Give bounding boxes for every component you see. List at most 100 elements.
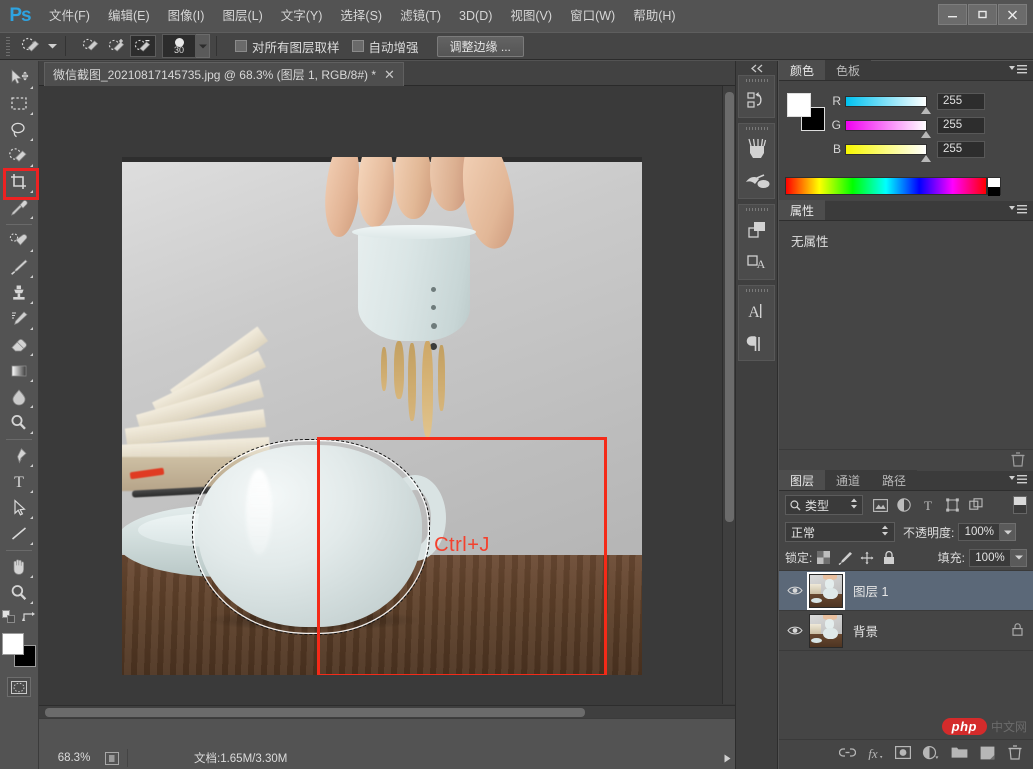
tool-preset-caret-icon[interactable]: [45, 34, 59, 58]
tab-color[interactable]: 颜色: [779, 60, 826, 80]
lock-all-icon[interactable]: [878, 548, 900, 568]
minimize-icon[interactable]: [938, 4, 967, 25]
layer-name[interactable]: 背景: [853, 621, 878, 640]
close-icon[interactable]: [998, 4, 1027, 25]
menu-window[interactable]: 窗口(W): [561, 0, 624, 32]
spectrum-endpoints[interactable]: [987, 177, 1001, 196]
fill-caret-icon[interactable]: [1011, 548, 1027, 567]
spectrum-black[interactable]: [988, 187, 1000, 196]
triangle-right-icon[interactable]: [719, 754, 735, 763]
close-icon[interactable]: ✕: [384, 67, 395, 83]
path-selection-tool-icon[interactable]: [2, 495, 36, 521]
new-layer-icon[interactable]: [975, 742, 999, 764]
pen-tool-icon[interactable]: [2, 443, 36, 469]
add-layer-mask-icon[interactable]: [891, 742, 915, 764]
dock-grip[interactable]: [739, 205, 774, 213]
quick-mask-icon[interactable]: [7, 677, 31, 697]
character-panel-icon[interactable]: A: [739, 294, 774, 327]
canvas-horizontal-scrollbar[interactable]: [39, 705, 735, 718]
layer-filter-kind-select[interactable]: 类型: [785, 495, 863, 515]
link-layers-icon[interactable]: [835, 742, 859, 764]
slider-knob-r[interactable]: [921, 106, 931, 114]
channel-value-b[interactable]: 255: [937, 140, 985, 158]
tab-properties[interactable]: 属性: [779, 200, 826, 220]
panel-menu-icon[interactable]: [1009, 474, 1027, 485]
layer-thumbnail[interactable]: [807, 571, 845, 610]
dock-grip[interactable]: [739, 76, 774, 84]
brush-presets-panel-icon[interactable]: [739, 132, 774, 165]
foreground-color-swatch[interactable]: [2, 633, 24, 655]
slider-track-b[interactable]: [845, 143, 931, 162]
canvas-vertical-scrollbar[interactable]: [722, 86, 735, 704]
line-tool-icon[interactable]: [2, 521, 36, 547]
color-spectrum-ramp[interactable]: [785, 177, 987, 195]
maximize-icon[interactable]: [968, 4, 997, 25]
dodge-tool-icon[interactable]: [2, 410, 36, 436]
table-row[interactable]: 图层 1: [779, 571, 1033, 611]
double-chevron-left-icon[interactable]: [736, 61, 777, 75]
menu-view[interactable]: 视图(V): [501, 0, 561, 32]
move-tool-icon[interactable]: [2, 65, 36, 91]
panel-menu-icon[interactable]: [1009, 64, 1027, 75]
brush-panel-icon[interactable]: [739, 165, 774, 198]
quick-selection-tool-icon[interactable]: [17, 34, 45, 58]
selection-add[interactable]: [104, 35, 130, 57]
spectrum-white[interactable]: [988, 178, 1000, 187]
gradient-tool-icon[interactable]: [2, 358, 36, 384]
filter-shape-icon[interactable]: [941, 495, 963, 515]
paragraph-panel-icon[interactable]: [739, 327, 774, 360]
dock-grip[interactable]: [739, 124, 774, 132]
panel-menu-icon[interactable]: [1009, 204, 1027, 215]
menu-select[interactable]: 选择(S): [331, 0, 391, 32]
crop-tool-icon[interactable]: [2, 169, 36, 195]
brush-options-caret-icon[interactable]: [196, 34, 210, 58]
slider-track-r[interactable]: [845, 95, 931, 114]
fill-value[interactable]: 100%: [969, 548, 1011, 567]
clone-stamp-tool-icon[interactable]: [2, 280, 36, 306]
sample-all-layers-checkbox[interactable]: [235, 40, 247, 52]
table-row[interactable]: 背景: [779, 611, 1033, 651]
selection-subtract[interactable]: [130, 35, 156, 57]
blend-mode-select[interactable]: 正常: [785, 522, 895, 542]
channel-value-r[interactable]: 255: [937, 92, 985, 110]
filter-type-icon[interactable]: T: [917, 495, 939, 515]
eye-icon[interactable]: [781, 571, 809, 611]
menu-layer[interactable]: 图层(L): [213, 0, 271, 32]
layer-style-fx-icon[interactable]: fx: [863, 742, 887, 764]
lock-position-icon[interactable]: [856, 548, 878, 568]
zoom-tool-icon[interactable]: [2, 580, 36, 606]
auto-enhance-checkbox[interactable]: [351, 40, 364, 52]
options-bar-grip[interactable]: [4, 35, 14, 57]
tab-paths[interactable]: 路径: [871, 470, 918, 490]
lock-image-pixels-icon[interactable]: [834, 548, 856, 568]
document-tab[interactable]: 微信截图_20210817145735.jpg @ 68.3% (图层 1, R…: [44, 62, 404, 86]
dock-grip[interactable]: [739, 286, 774, 294]
swap-colors-icon[interactable]: [22, 611, 36, 626]
trash-icon[interactable]: [1011, 451, 1025, 470]
history-brush-tool-icon[interactable]: [2, 306, 36, 332]
updown-caret-icon[interactable]: [881, 525, 889, 539]
slider-knob-g[interactable]: [921, 130, 931, 138]
filter-smartobject-icon[interactable]: [965, 495, 987, 515]
new-group-icon[interactable]: [947, 742, 971, 764]
foreground-color-swatch[interactable]: [787, 93, 811, 117]
new-adjustment-layer-icon[interactable]: [919, 742, 943, 764]
filter-enable-toggle[interactable]: [1013, 496, 1027, 514]
blur-tool-icon[interactable]: [2, 384, 36, 410]
filter-pixel-icon[interactable]: [869, 495, 891, 515]
brush-size-preview[interactable]: 30: [162, 34, 196, 58]
eye-icon[interactable]: [781, 611, 809, 651]
menu-edit[interactable]: 编辑(E): [99, 0, 159, 32]
zoom-level[interactable]: 68.3%: [47, 749, 101, 767]
slider-knob-b[interactable]: [921, 154, 931, 162]
document-image[interactable]: Ctrl+J: [122, 157, 642, 675]
layer-comps-panel-icon[interactable]: [739, 213, 774, 246]
auto-enhance-row[interactable]: 自动增强: [351, 37, 419, 56]
delete-layer-icon[interactable]: [1003, 742, 1027, 764]
filter-adjustment-icon[interactable]: [893, 495, 915, 515]
menu-3d[interactable]: 3D(D): [450, 0, 501, 32]
quick-selection-tool-icon[interactable]: [2, 143, 36, 169]
lock-transparent-pixels-icon[interactable]: [812, 548, 834, 568]
tab-swatches[interactable]: 色板: [825, 60, 872, 80]
tab-layers[interactable]: 图层: [779, 470, 826, 490]
